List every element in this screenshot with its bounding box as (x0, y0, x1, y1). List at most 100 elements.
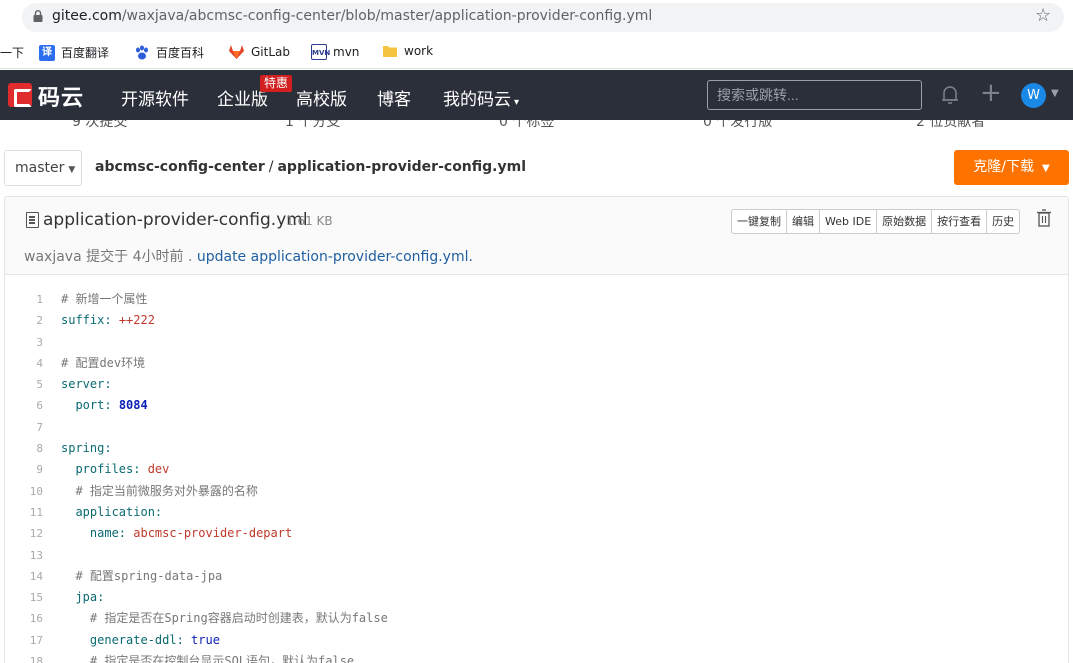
code-line: 11 application: (5, 502, 1068, 523)
line-number[interactable]: 4 (5, 353, 43, 374)
commit-message[interactable]: update application-provider-config.yml. (197, 249, 473, 265)
gitee-logo-icon[interactable] (8, 83, 32, 107)
code-line: 14 # 配置spring-data-jpa (5, 566, 1068, 587)
code-line: 10 # 指定当前微服务对外暴露的名称 (5, 481, 1068, 502)
search-box[interactable] (707, 80, 922, 110)
line-number[interactable]: 16 (5, 608, 43, 629)
search-input[interactable] (708, 81, 921, 109)
bell-icon[interactable] (940, 84, 960, 106)
avatar[interactable]: W (1021, 83, 1046, 108)
code-token: dev (147, 462, 170, 477)
chevron-down-icon: ▼ (68, 165, 76, 175)
code-text: profiles: dev (61, 459, 169, 480)
nav-blog[interactable]: 博客 (377, 85, 411, 110)
line-number[interactable]: 9 (5, 459, 43, 480)
code-line: 3 (5, 332, 1068, 353)
nav-my-gitee[interactable]: 我的码云 ▾ (443, 85, 519, 110)
code-token: suffix (61, 313, 105, 328)
bookmark-item[interactable]: GitLab (228, 44, 290, 60)
bookmark-item[interactable]: MVN mvn (311, 44, 359, 60)
bookmark-star-icon[interactable]: ☆ (1035, 5, 1051, 26)
code-text: # 新增一个属性 (61, 289, 147, 310)
nav-my-gitee-label: 我的码云 (443, 90, 511, 110)
line-number[interactable]: 17 (5, 630, 43, 651)
site-logo-text[interactable]: 码云 (38, 80, 84, 112)
line-number[interactable]: 13 (5, 545, 43, 566)
url-path: /waxjava/abcmsc-config-center/blob/maste… (121, 8, 653, 24)
edit-button[interactable]: 编辑 (786, 210, 819, 233)
bookmark-label: work (404, 44, 434, 58)
code-line: 4 # 配置dev环境 (5, 353, 1068, 374)
code-token: ++222 (118, 313, 155, 328)
bookmark-item[interactable]: work (382, 44, 433, 58)
code-line: 7 (5, 417, 1068, 438)
line-number[interactable]: 1 (5, 289, 43, 310)
line-number[interactable]: 3 (5, 332, 43, 353)
breadcrumb-file: application-provider-config.yml (277, 159, 527, 175)
trash-icon[interactable] (1036, 209, 1052, 227)
gitlab-icon (229, 45, 244, 59)
code-token: # 指定是否在控制台显示SQL语句，默认为false (61, 654, 355, 663)
plus-icon[interactable]: + (980, 80, 1002, 106)
code-token: : (97, 590, 105, 605)
clone-download-button[interactable]: 克隆/下载 ▼ (954, 150, 1069, 185)
copy-button[interactable]: 一键复制 (732, 210, 786, 233)
line-number[interactable]: 15 (5, 587, 43, 608)
line-number[interactable]: 8 (5, 438, 43, 459)
commit-time: 4小时前 (132, 249, 184, 265)
stat-branches[interactable]: 1 个分支 (285, 120, 340, 128)
code-token: abcmsc-provider-depart (133, 526, 293, 541)
line-number[interactable]: 6 (5, 395, 43, 416)
breadcrumb-separator: / (268, 159, 274, 175)
file-name: application-provider-config.yml (43, 210, 308, 230)
lock-icon[interactable] (33, 10, 43, 22)
line-number[interactable]: 7 (5, 417, 43, 438)
code-token: application (61, 504, 155, 519)
code-token: jpa (61, 590, 98, 605)
file-panel: application-provider-config.yml 1.61 KB … (4, 196, 1069, 663)
stat-releases[interactable]: 0 个发行版 (703, 120, 772, 128)
breadcrumb-repo[interactable]: abcmsc-config-center (95, 159, 265, 175)
code-line: 15 jpa: (5, 587, 1068, 608)
nav-education[interactable]: 高校版 (296, 85, 347, 110)
line-number[interactable]: 12 (5, 523, 43, 544)
baidu-baike-icon (136, 45, 148, 59)
line-number[interactable]: 14 (5, 566, 43, 587)
web-ide-button[interactable]: Web IDE (819, 210, 876, 233)
code-token: profiles (61, 462, 134, 477)
blame-button[interactable]: 按行查看 (931, 210, 986, 233)
file-icon (26, 212, 39, 228)
url-text[interactable]: gitee.com/waxjava/abcmsc-config-center/b… (52, 8, 652, 24)
bookmarks-bar: 一下 译 百度翻译 百度百科 GitLab MVN mvn work (0, 36, 1073, 69)
code-view[interactable]: 1 # 新增一个属性 2 suffix: ++222 3 4 # 配置dev环境 5 serve… (5, 289, 1068, 663)
nav-open-source[interactable]: 开源软件 (121, 85, 189, 110)
stat-commits[interactable]: 9 次提交 (72, 120, 127, 128)
stat-tags[interactable]: 0 个标签 (499, 120, 554, 128)
raw-button[interactable]: 原始数据 (876, 210, 931, 233)
code-token: 8084 (118, 398, 148, 413)
chevron-down-icon[interactable]: ▼ (1051, 88, 1059, 99)
bookmark-item[interactable]: 译 百度翻译 (39, 44, 109, 61)
bookmark-label: GitLab (251, 45, 290, 59)
branch-select[interactable]: master ▼ (4, 150, 82, 186)
line-number[interactable]: 11 (5, 502, 43, 523)
chevron-down-icon: ▼ (1042, 163, 1050, 174)
line-number[interactable]: 18 (5, 651, 43, 663)
code-line: 5 server: (5, 374, 1068, 395)
history-button[interactable]: 历史 (986, 210, 1019, 233)
bookmark-item[interactable]: 百度百科 (134, 44, 204, 61)
line-number[interactable]: 2 (5, 310, 43, 331)
code-text: # 配置dev环境 (61, 353, 145, 374)
line-number[interactable]: 5 (5, 374, 43, 395)
line-number[interactable]: 10 (5, 481, 43, 502)
code-text: suffix: ++222 (61, 310, 155, 331)
code-token: # 配置spring-data-jpa (61, 568, 223, 583)
code-line: 8 spring: (5, 438, 1068, 459)
code-text: port: 8084 (61, 395, 148, 416)
code-line: 17 generate-ddl: true (5, 630, 1068, 651)
commit-author[interactable]: waxjava (24, 249, 82, 265)
code-token: : (154, 504, 163, 519)
code-text: generate-ddl: true (61, 630, 220, 651)
bookmark-item[interactable]: 一下 (0, 44, 24, 61)
stat-contributors[interactable]: 2 位贡献者 (916, 120, 985, 128)
